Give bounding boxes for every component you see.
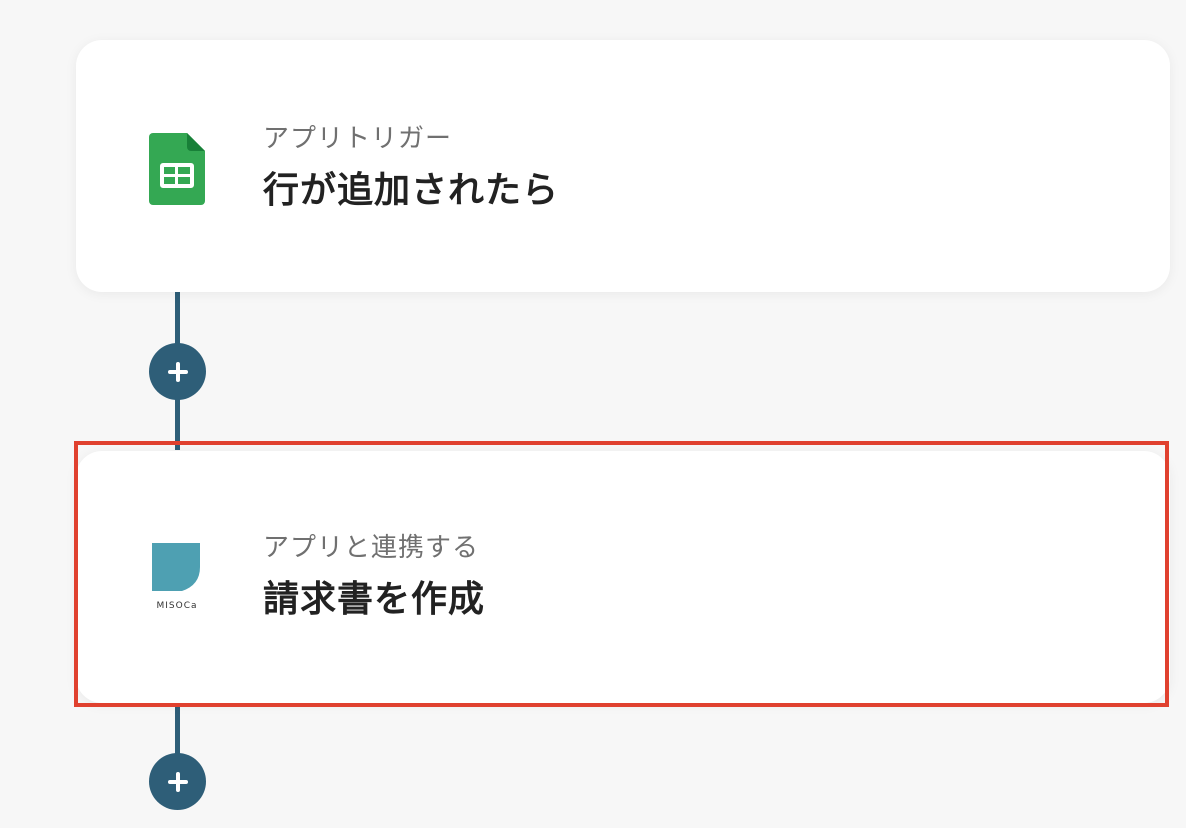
- add-step-button[interactable]: [149, 753, 206, 810]
- svg-text:MISOCa: MISOCa: [156, 601, 197, 611]
- action-step-card[interactable]: MISOCa アプリと連携する 請求書を作成: [76, 451, 1170, 703]
- add-step-button[interactable]: [149, 343, 206, 400]
- plus-icon: [167, 771, 188, 792]
- google-sheets-icon: [149, 133, 205, 205]
- step-type-label: アプリと連携する: [263, 533, 480, 563]
- step-action-title: 行が追加されたら: [263, 170, 560, 211]
- trigger-step-card[interactable]: アプリトリガー 行が追加されたら: [76, 40, 1170, 292]
- step-text: アプリと連携する 請求書を作成: [263, 531, 485, 623]
- step-type-label: アプリトリガー: [263, 124, 453, 154]
- misoca-icon: MISOCa: [149, 541, 205, 613]
- step-action-title: 請求書を作成: [263, 579, 486, 620]
- step-text: アプリトリガー 行が追加されたら: [263, 122, 559, 214]
- flow-canvas: アプリトリガー 行が追加されたら MISOCa アプリと連携する 請求書を作成: [0, 0, 1186, 828]
- plus-icon: [167, 361, 188, 382]
